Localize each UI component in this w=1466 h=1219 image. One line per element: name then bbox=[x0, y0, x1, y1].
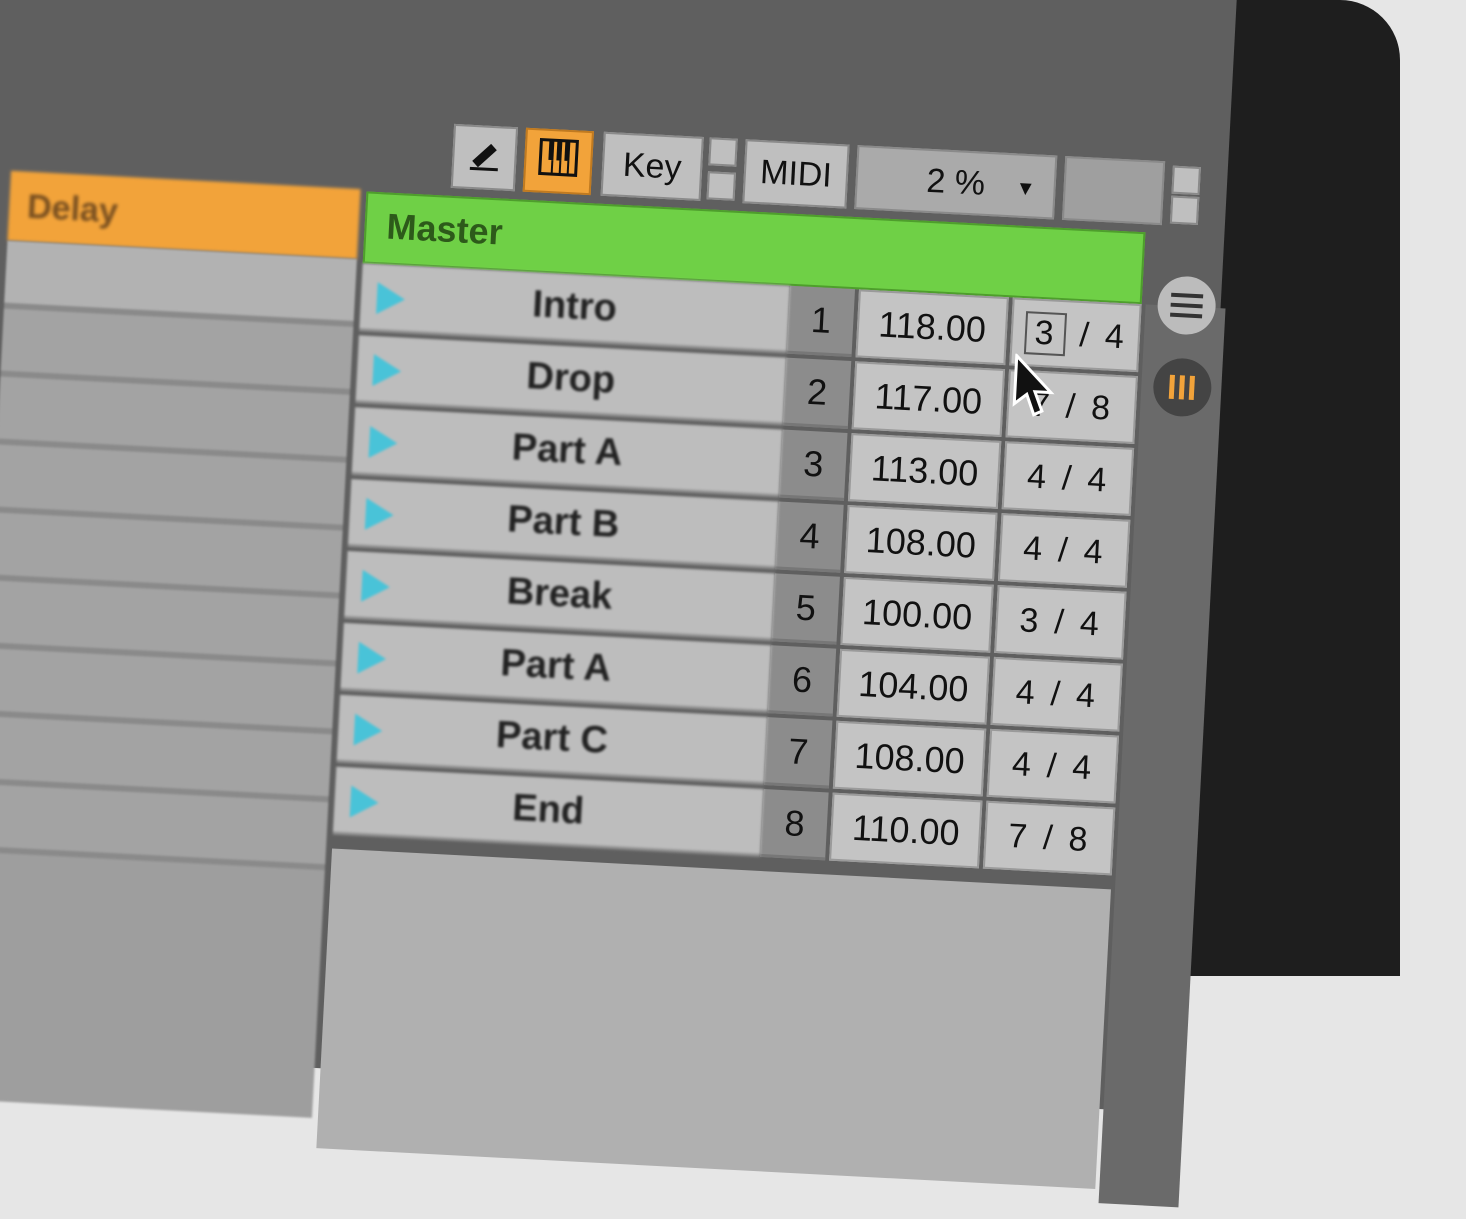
midi-map-button[interactable]: MIDI bbox=[742, 139, 850, 209]
scene-number: 4 bbox=[775, 501, 845, 573]
scene-number: 2 bbox=[782, 357, 852, 429]
key-indicator-bottom bbox=[706, 171, 736, 201]
scene-name: Intro bbox=[531, 283, 618, 330]
scene-tempo-field[interactable]: 100.00 bbox=[840, 576, 994, 653]
clip-view-toggle-icon[interactable] bbox=[1151, 356, 1213, 418]
mouse-cursor-icon bbox=[1011, 352, 1057, 425]
sig-numerator[interactable]: 4 bbox=[1022, 529, 1045, 569]
play-icon bbox=[368, 425, 399, 460]
sig-numerator[interactable]: 4 bbox=[1011, 745, 1034, 785]
play-icon bbox=[349, 785, 380, 819]
keyboard-mode-button[interactable] bbox=[522, 127, 594, 196]
sig-denominator[interactable]: 4 bbox=[1083, 532, 1106, 572]
track-clip-column bbox=[0, 240, 357, 1118]
sig-denominator[interactable]: 4 bbox=[1086, 460, 1109, 500]
scene-time-signature-field[interactable]: 4/4 bbox=[990, 656, 1123, 732]
key-map-button[interactable]: Key bbox=[600, 131, 704, 201]
scene-time-signature-field[interactable]: 7/8 bbox=[982, 800, 1116, 876]
sig-denominator[interactable]: 4 bbox=[1079, 604, 1102, 644]
scene-time-signature-field[interactable]: 4/4 bbox=[997, 513, 1131, 588]
play-icon bbox=[353, 713, 384, 747]
scene-tempo-field[interactable]: 110.00 bbox=[829, 792, 983, 869]
scene-number: 5 bbox=[771, 573, 841, 645]
sig-denominator[interactable]: 8 bbox=[1090, 388, 1113, 428]
scene-name: Part A bbox=[510, 426, 624, 475]
scene-number: 8 bbox=[759, 789, 830, 861]
play-icon bbox=[372, 354, 402, 388]
empty-scene-area[interactable] bbox=[316, 848, 1111, 1189]
scene-number: 3 bbox=[778, 429, 848, 501]
scene-number: 1 bbox=[786, 285, 856, 358]
scene-number: 7 bbox=[763, 717, 833, 789]
scene-tempo-field[interactable]: 118.00 bbox=[855, 289, 1009, 366]
sig-numerator[interactable]: 3 bbox=[1023, 310, 1067, 356]
key-indicator-top bbox=[708, 137, 738, 167]
quantize-value: 2 % bbox=[925, 161, 987, 203]
sig-denominator[interactable]: 4 bbox=[1075, 676, 1098, 716]
scene-name: Part B bbox=[506, 498, 621, 547]
sig-denominator[interactable]: 4 bbox=[1104, 317, 1127, 357]
cpu-meter bbox=[1061, 155, 1166, 226]
scene-tempo-field[interactable]: 108.00 bbox=[844, 505, 998, 581]
pencil-icon bbox=[465, 134, 503, 181]
live-session-view: Key MIDI 2 % ▼ Delay Master Intro 1 118.… bbox=[0, 0, 1464, 1208]
play-icon bbox=[364, 497, 395, 532]
draw-mode-button[interactable] bbox=[450, 123, 519, 192]
overload-indicator-top bbox=[1171, 165, 1201, 196]
overload-indicator-bottom bbox=[1169, 195, 1200, 225]
scene-name: Part C bbox=[495, 714, 610, 762]
scene-name: Drop bbox=[525, 355, 617, 402]
play-icon bbox=[361, 569, 391, 604]
play-icon bbox=[357, 641, 387, 676]
scene-name: Break bbox=[505, 570, 614, 618]
piano-keys-icon bbox=[537, 137, 579, 186]
sig-numerator[interactable]: 7 bbox=[1007, 816, 1030, 856]
sig-numerator[interactable]: 4 bbox=[1015, 673, 1038, 713]
play-icon bbox=[376, 282, 406, 316]
scene-tempo-field[interactable]: 108.00 bbox=[833, 720, 986, 797]
scene-time-signature-field[interactable]: 3/4 bbox=[993, 585, 1127, 660]
sig-denominator[interactable]: 4 bbox=[1071, 748, 1094, 788]
sig-denominator[interactable]: 8 bbox=[1068, 820, 1091, 860]
scene-time-signature-field[interactable]: 4/4 bbox=[986, 728, 1120, 804]
scene-time-signature-field[interactable]: 4/4 bbox=[1001, 441, 1135, 516]
chevron-down-icon: ▼ bbox=[1015, 177, 1037, 201]
scene-tempo-field[interactable]: 117.00 bbox=[852, 361, 1005, 437]
scene-tempo-field[interactable]: 104.00 bbox=[837, 648, 990, 725]
scene-name: End bbox=[511, 786, 586, 833]
quantize-dropdown[interactable]: 2 % ▼ bbox=[854, 145, 1058, 220]
sig-numerator[interactable]: 4 bbox=[1026, 457, 1049, 497]
scene-number: 6 bbox=[767, 645, 837, 717]
sig-numerator[interactable]: 3 bbox=[1019, 601, 1042, 641]
scene-tempo-field[interactable]: 113.00 bbox=[848, 433, 1001, 509]
scene-name: Part A bbox=[499, 642, 613, 690]
